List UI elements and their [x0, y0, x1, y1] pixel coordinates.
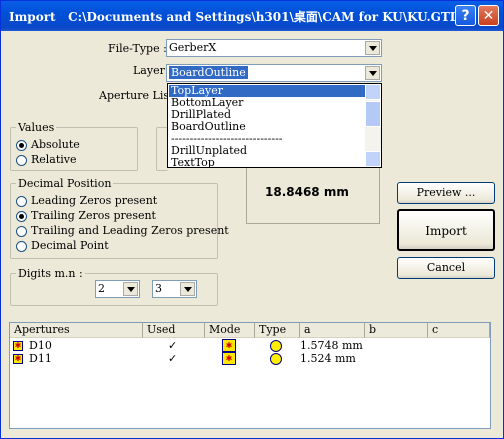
- apertures-table[interactable]: Apertures Used Mode Type a b c ✱ D10 ✓ ✱…: [9, 322, 491, 429]
- layer-value: BoardOutline: [169, 66, 248, 79]
- aperture-icon: ✱: [13, 354, 23, 364]
- layer-dropdown-list[interactable]: TopLayer BottomLayer DrillPlated BoardOu…: [167, 83, 382, 168]
- table-row[interactable]: ✱ D10 ✓ ✱ 1.5748 mm: [10, 339, 490, 352]
- radio-relative[interactable]: Relative: [16, 153, 77, 166]
- cancel-button[interactable]: Cancel: [397, 257, 495, 279]
- layer-select[interactable]: BoardOutline: [166, 64, 382, 82]
- file-type-select[interactable]: GerberX: [166, 39, 382, 57]
- aperture-name: D11: [29, 352, 52, 365]
- import-dialog: Import C:\Documents and Settings\h301\桌面…: [0, 0, 504, 439]
- import-button[interactable]: Import: [397, 209, 495, 251]
- decimal-position-group: Decimal Position Leading Zeros present T…: [10, 177, 229, 259]
- type-circle-icon[interactable]: [270, 340, 282, 352]
- scroll-thumb[interactable]: [365, 101, 381, 127]
- window-title: Import C:\Documents and Settings\h301\桌面…: [9, 10, 459, 24]
- dropdown-scrollbar[interactable]: [365, 84, 381, 167]
- preview-button[interactable]: Preview ...: [397, 182, 495, 204]
- layer-label: Layer: [133, 64, 165, 77]
- digits-title: Digits m.n :: [16, 267, 85, 280]
- layer-option[interactable]: TopLayer: [169, 85, 369, 97]
- mode-icon[interactable]: ✱: [222, 339, 236, 352]
- scroll-up-icon[interactable]: [365, 84, 381, 100]
- measure-value: 18.8468 mm: [265, 185, 349, 199]
- title-bar[interactable]: Import C:\Documents and Settings\h301\桌面…: [1, 1, 503, 31]
- layer-option[interactable]: BoardOutline: [169, 121, 367, 133]
- used-check-icon[interactable]: ✓: [168, 352, 177, 365]
- radio-trailing-leading-zeros[interactable]: Trailing and Leading Zeros present: [16, 224, 229, 237]
- used-check-icon[interactable]: ✓: [168, 339, 177, 352]
- chevron-down-icon[interactable]: [180, 282, 195, 296]
- aperture-list-label: Aperture List: [99, 89, 174, 102]
- layer-option-separator: ------------------------------: [171, 133, 283, 145]
- layer-option[interactable]: BottomLayer: [169, 97, 367, 109]
- mode-icon[interactable]: ✱: [222, 352, 236, 365]
- header-used[interactable]: Used: [143, 323, 205, 338]
- help-button[interactable]: ?: [455, 5, 476, 26]
- chevron-down-icon[interactable]: [365, 41, 380, 55]
- header-c[interactable]: c: [428, 323, 490, 338]
- layer-option[interactable]: DrillPlated: [169, 109, 367, 121]
- measure-panel: 18.8468 mm: [246, 166, 380, 224]
- close-button[interactable]: ✕: [478, 5, 499, 26]
- radio-leading-zeros[interactable]: Leading Zeros present: [16, 194, 157, 207]
- value-a: 1.5748 mm: [300, 339, 363, 352]
- radio-trailing-zeros[interactable]: Trailing Zeros present: [16, 209, 156, 222]
- digits-m-value: 2: [98, 282, 105, 295]
- radio-decimal-point[interactable]: Decimal Point: [16, 239, 109, 252]
- chevron-down-icon[interactable]: [123, 282, 138, 296]
- header-b[interactable]: b: [365, 323, 428, 338]
- layer-option[interactable]: DrillUnplated: [169, 145, 367, 157]
- header-a[interactable]: a: [300, 323, 365, 338]
- table-row[interactable]: ✱ D11 ✓ ✱ 1.524 mm: [10, 352, 490, 365]
- header-apertures[interactable]: Apertures: [10, 323, 143, 338]
- aperture-name: D10: [29, 339, 52, 352]
- file-type-value: GerberX: [169, 41, 217, 54]
- chevron-down-icon[interactable]: [365, 66, 380, 80]
- header-mode[interactable]: Mode: [205, 323, 255, 338]
- digits-n-value: 3: [155, 282, 162, 295]
- type-circle-icon[interactable]: [270, 353, 282, 365]
- digits-n-select[interactable]: 3: [152, 280, 197, 298]
- file-type-label: File-Type :: [108, 42, 167, 55]
- values-group: Values Absolute Relative: [10, 121, 138, 171]
- value-a: 1.524 mm: [300, 352, 356, 365]
- layer-option[interactable]: TextTop: [169, 157, 367, 167]
- values-title: Values: [16, 121, 57, 134]
- radio-absolute[interactable]: Absolute: [16, 138, 80, 151]
- digits-m-select[interactable]: 2: [95, 280, 140, 298]
- decimal-position-title: Decimal Position: [16, 177, 114, 190]
- header-type[interactable]: Type: [255, 323, 300, 338]
- scroll-down-icon[interactable]: [365, 151, 381, 167]
- digits-group: Digits m.n : 2 3: [10, 267, 218, 306]
- aperture-icon: ✱: [13, 341, 23, 351]
